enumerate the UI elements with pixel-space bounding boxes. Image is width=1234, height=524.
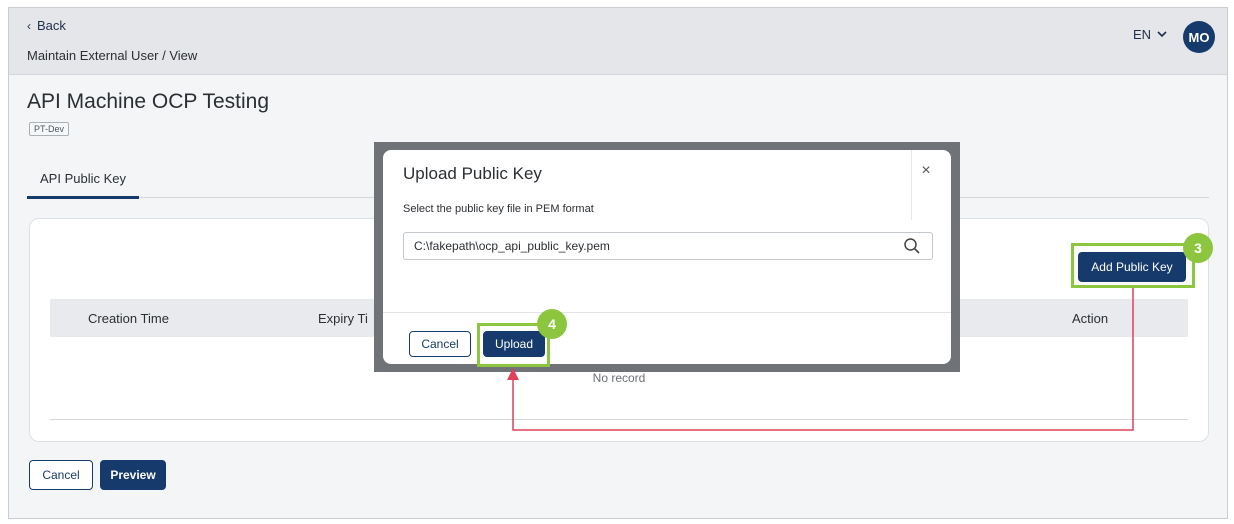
environment-badge: PT-Dev bbox=[29, 122, 70, 136]
preview-button[interactable]: Preview bbox=[100, 460, 166, 490]
column-creation-time: Creation Time bbox=[88, 310, 169, 326]
column-action: Action bbox=[1072, 310, 1109, 326]
chevron-down-icon bbox=[1157, 31, 1167, 38]
language-selector[interactable]: EN bbox=[1133, 27, 1167, 42]
step-badge-3: 3 bbox=[1183, 233, 1213, 263]
modal-cancel-button[interactable]: Cancel bbox=[409, 331, 471, 357]
add-key-highlight bbox=[1071, 243, 1195, 288]
breadcrumb: Maintain External User / View bbox=[27, 48, 198, 63]
empty-state-text: No record bbox=[592, 371, 646, 385]
close-icon[interactable]: × bbox=[915, 160, 937, 182]
file-path-field[interactable]: C:\fakepath\ocp_api_public_key.pem bbox=[403, 232, 933, 260]
page-title: API Machine OCP Testing bbox=[27, 90, 270, 113]
back-label: Back bbox=[37, 18, 66, 33]
avatar[interactable]: MO bbox=[1183, 21, 1215, 53]
search-icon[interactable] bbox=[903, 237, 921, 255]
step-badge-4: 4 bbox=[537, 309, 567, 339]
top-bar: ‹ Back Maintain External User / View EN … bbox=[9, 8, 1227, 75]
table-divider bbox=[50, 419, 1188, 420]
upload-public-key-dialog: Upload Public Key × Select the public ke… bbox=[383, 150, 951, 364]
chevron-left-icon: ‹ bbox=[27, 18, 31, 33]
modal-footer-divider bbox=[383, 312, 951, 313]
tab-api-public-key[interactable]: API Public Key bbox=[27, 160, 139, 199]
column-expiry-time: Expiry Ti bbox=[318, 310, 368, 326]
cancel-button[interactable]: Cancel bbox=[29, 460, 93, 490]
language-label: EN bbox=[1133, 27, 1152, 42]
modal-divider bbox=[911, 150, 912, 220]
modal-title: Upload Public Key bbox=[403, 164, 542, 183]
back-link[interactable]: ‹ Back bbox=[27, 18, 66, 33]
file-instruction: Select the public key file in PEM format bbox=[403, 203, 594, 215]
